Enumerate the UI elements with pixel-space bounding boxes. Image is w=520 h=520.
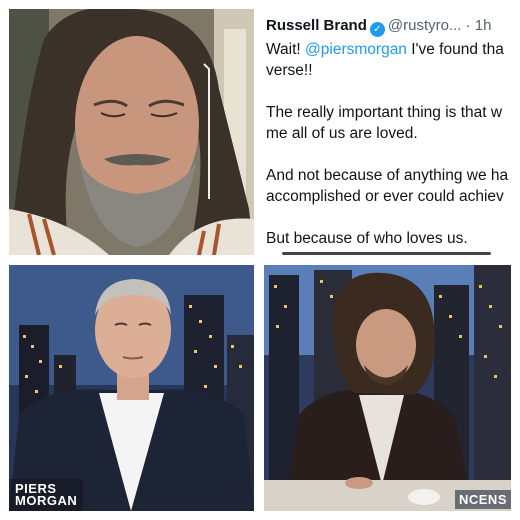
tweet-paragraph-3-line-1: And not because of anything we ha (266, 167, 509, 184)
tweet-author-name[interactable]: Russell Brand (266, 17, 367, 34)
tweet-paragraph-3-line-2: accomplished or ever could achiev (266, 188, 504, 205)
tweet-line-1: Wait! @piersmorgan I've found tha (266, 39, 511, 60)
photo-studio-host: PIERS MORGAN (9, 265, 254, 511)
tweet-media-edge (282, 252, 491, 255)
tweet-mention-link[interactable]: @piersmorgan (305, 41, 407, 58)
verified-badge-icon: ✓ (369, 22, 385, 37)
photo-studio-guest: NCENS (264, 265, 511, 511)
tweet-text: Wait! @piersmorgan I've found tha verse!… (266, 39, 511, 255)
studio-guest-illustration (264, 265, 511, 511)
tweet-author-handle[interactable]: @rustyro... (388, 17, 462, 34)
tweet-text-segment: I've found tha (406, 41, 504, 58)
tweet-paragraph-2-line-1: The really important thing is that w (266, 104, 503, 121)
photo-closeup-meditating (9, 9, 254, 255)
tweet-paragraph-2-line-2: me all of us are loved. (266, 125, 418, 142)
tweet-line-2: verse!! (266, 62, 313, 79)
tweet-header: Russell Brand ✓ @rustyro... · 1h (266, 17, 491, 37)
caption-line-2: MORGAN (15, 493, 78, 508)
tweet-paragraph-4-line-1: But because of who loves us. (266, 230, 468, 247)
closeup-illustration (9, 9, 254, 255)
studio-host-illustration (9, 265, 254, 511)
tweet-card[interactable]: Russell Brand ✓ @rustyro... · 1h Wait! @pi… (262, 9, 511, 255)
show-caption-fragment: NCENS (454, 490, 511, 509)
show-name-caption: PIERS MORGAN (9, 479, 84, 511)
tweet-text-segment: Wait! (266, 41, 306, 58)
tweet-timestamp[interactable]: · 1h (466, 17, 492, 34)
